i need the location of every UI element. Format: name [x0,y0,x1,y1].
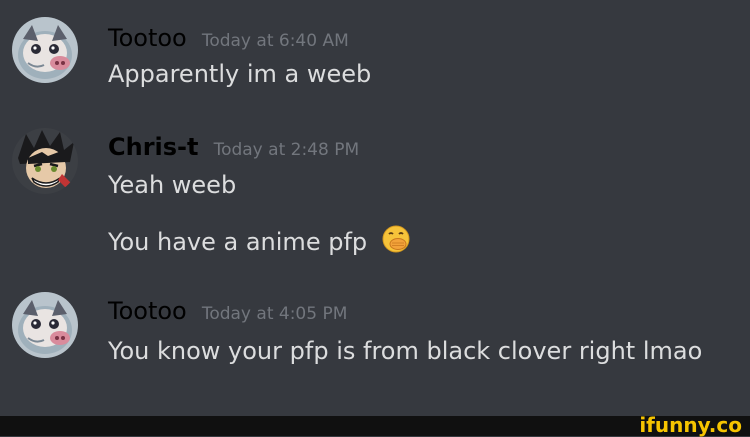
message-text: Yeah weeb [108,171,237,199]
message-text: Apparently im a weeb [108,60,372,88]
face-with-hand-over-mouth-emoji [381,224,411,260]
anime-character-avatar[interactable] [12,128,78,194]
username[interactable]: Chris-t [108,133,198,161]
message-text: You know your pfp is from black clover r… [108,337,703,365]
message-text-line: You have a anime pfp [108,224,411,260]
username[interactable]: Tootoo [108,24,187,52]
message-header: Tootoo Today at 6:40 AM [108,24,349,52]
watermark-bar: ifunny.co [0,413,750,437]
username[interactable]: Tootoo [108,297,187,325]
boar-mask-avatar[interactable] [12,292,78,358]
chat-log: Tootoo Today at 6:40 AM Apparently im a … [0,0,750,416]
message-header: Chris-t Today at 2:48 PM [108,133,359,161]
timestamp: Today at 2:48 PM [213,140,360,160]
ifunny-watermark: ifunny.co [639,413,742,437]
message-text: You have a anime pfp [108,228,368,256]
timestamp: Today at 6:40 AM [201,31,349,51]
boar-mask-avatar[interactable] [12,17,78,83]
timestamp: Today at 4:05 PM [201,304,348,324]
message-header: Tootoo Today at 4:05 PM [108,297,347,325]
